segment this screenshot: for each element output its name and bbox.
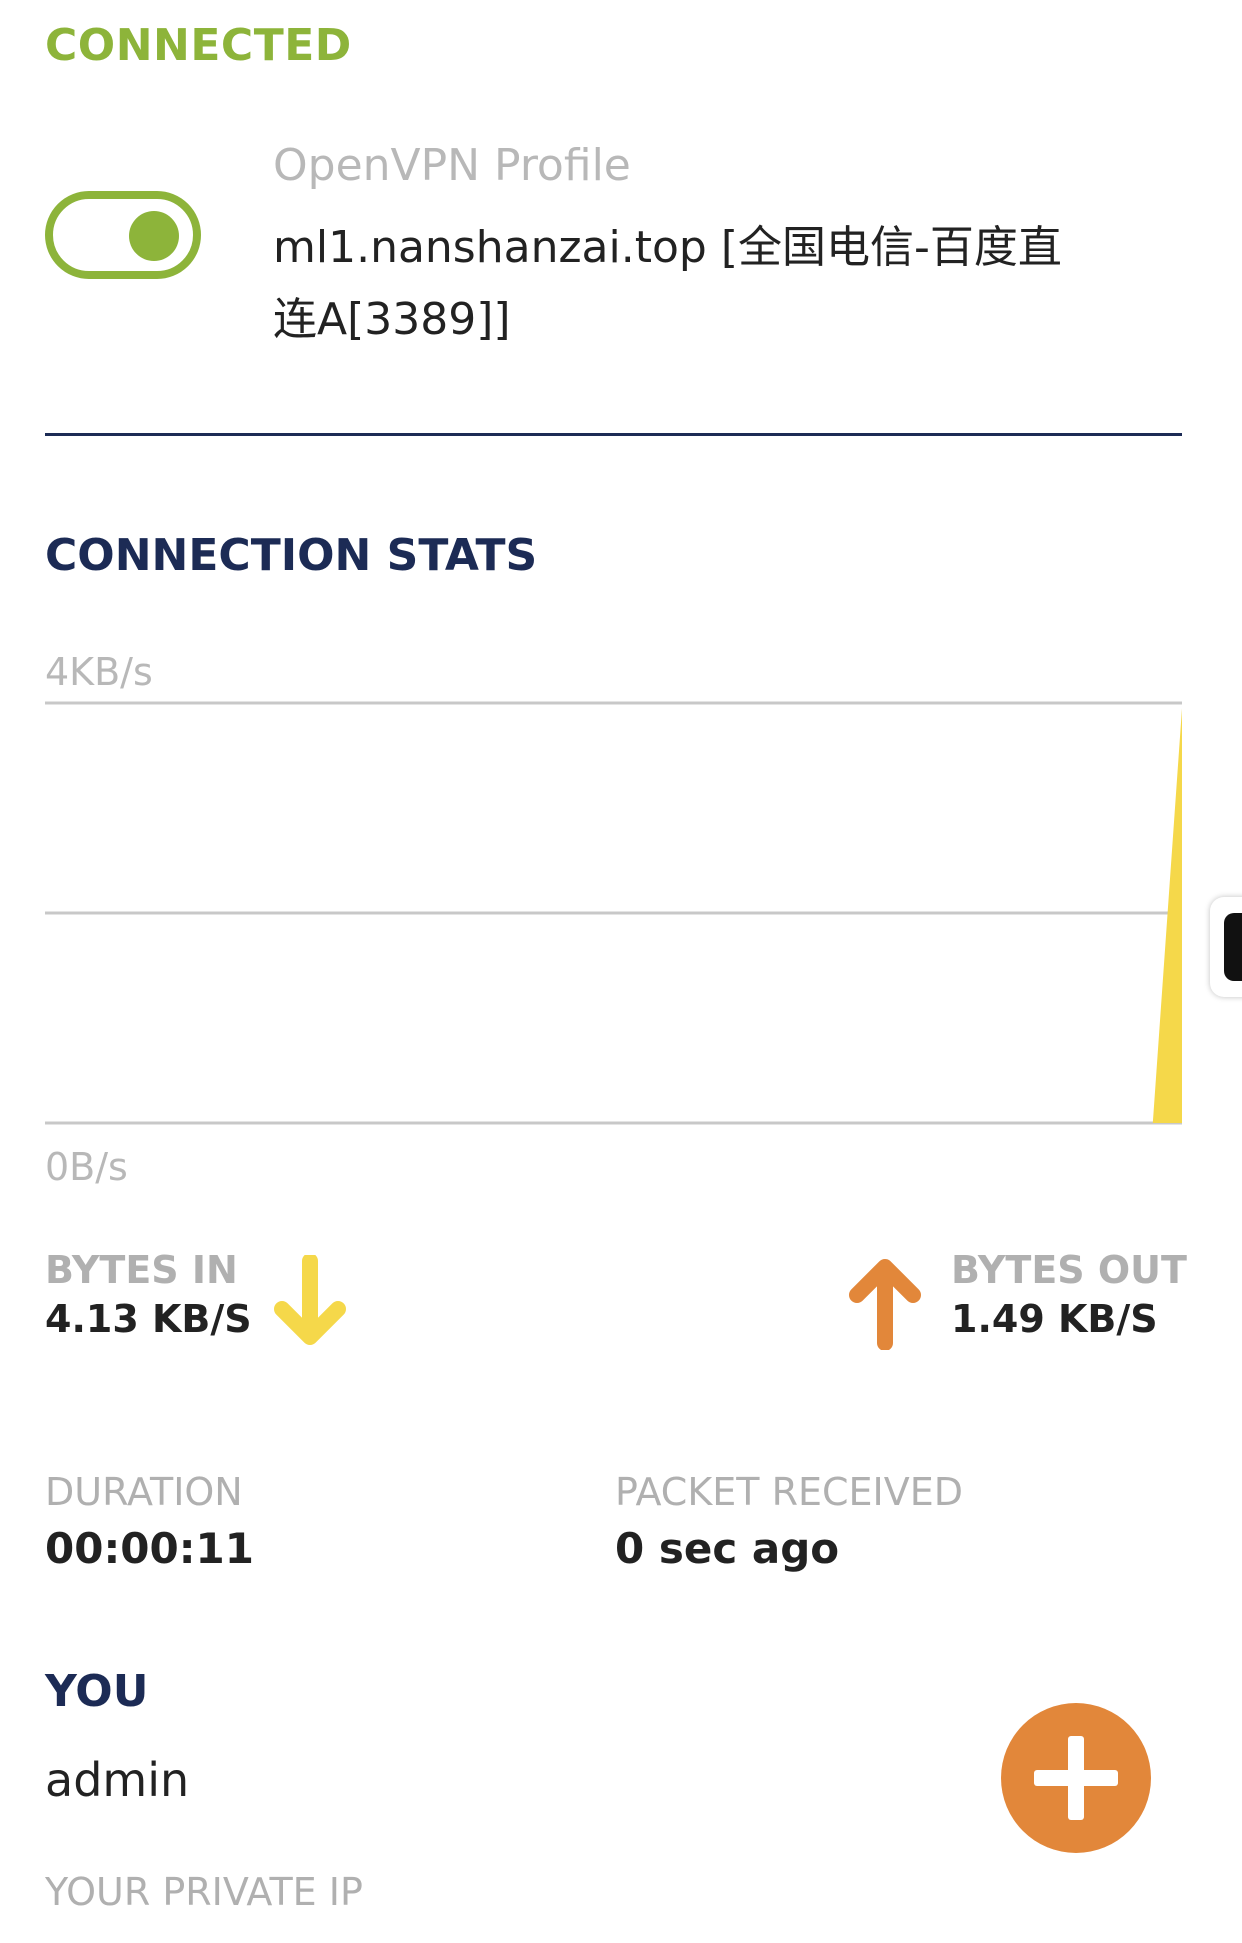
packet-received-label: PACKET RECEIVED (615, 1470, 963, 1514)
private-ip-label: YOUR PRIVATE IP (45, 1870, 363, 1914)
add-button[interactable] (1001, 1703, 1151, 1853)
chart-series-area-0 (45, 708, 1182, 1123)
bytes-in-value: 4.13 KB/S (45, 1297, 252, 1341)
you-section-title: YOU (45, 1666, 149, 1717)
duration-value: 00:00:11 (45, 1524, 254, 1573)
arrow-down-icon (274, 1255, 346, 1345)
arrow-up-icon (849, 1259, 921, 1350)
vpn-connection-screen: CONNECTED OpenVPN Profile ml1.nanshanzai… (0, 0, 1242, 1943)
bytes-out-label: BYTES OUT (951, 1248, 1187, 1292)
connection-chart (45, 701, 1182, 1125)
floating-edge-tab[interactable] (1210, 897, 1242, 997)
plus-icon-vertical (1068, 1736, 1084, 1820)
packet-received-value: 0 sec ago (615, 1524, 840, 1573)
bytes-out-value: 1.49 KB/S (951, 1297, 1158, 1341)
edge-tab-handle (1224, 913, 1242, 981)
username: admin (45, 1753, 190, 1807)
bytes-in-label: BYTES IN (45, 1248, 238, 1292)
duration-label: DURATION (45, 1470, 243, 1514)
